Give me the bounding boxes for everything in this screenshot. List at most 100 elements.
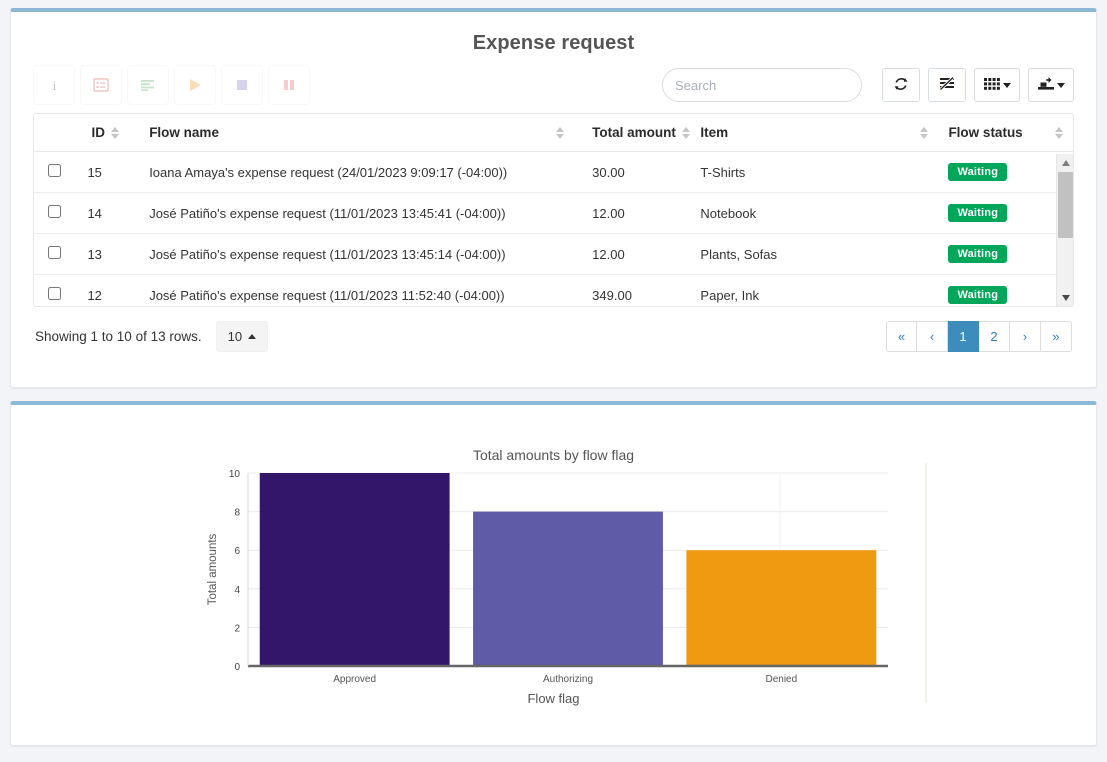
table-row[interactable]: 15 Ioana Amaya's expense request (24/01/2…	[34, 151, 1073, 193]
action-button-group: i	[33, 65, 315, 105]
sort-icon[interactable]	[1055, 126, 1063, 139]
cell-item: Paper, Ink	[700, 274, 939, 306]
form-button[interactable]	[80, 65, 122, 105]
bar-authorizing[interactable]	[473, 511, 663, 666]
header-flow-name[interactable]: Flow name	[129, 114, 575, 152]
page-size-dropdown[interactable]: 10	[215, 321, 269, 352]
row-checkbox-cell	[34, 192, 78, 234]
status-badge: Waiting	[948, 204, 1008, 222]
export-button[interactable]	[1028, 68, 1074, 102]
cell-flow-name: Ioana Amaya's expense request (24/01/202…	[129, 151, 575, 193]
refresh-button[interactable]	[882, 68, 920, 102]
page-title: Expense request	[472, 32, 635, 54]
refresh-icon	[893, 76, 909, 95]
header-id-label: ID	[91, 125, 105, 140]
toggle-view-icon	[939, 75, 955, 95]
table-row[interactable]: 14 José Patiño's expense request (11/01/2…	[34, 192, 1073, 234]
sort-icon[interactable]	[111, 126, 120, 139]
header-total-amount[interactable]: Total amount	[574, 114, 701, 152]
status-badge: Waiting	[948, 163, 1008, 181]
pagination-page-1[interactable]: 1	[948, 321, 979, 352]
pagination-last[interactable]: »	[1041, 321, 1072, 352]
bar-approved[interactable]	[259, 473, 450, 666]
row-checkbox[interactable]	[48, 246, 61, 259]
table-footer: Showing 1 to 10 of 13 rows. 10 «‹ 1 2 ›»	[23, 307, 1084, 352]
header-total-amount-label: Total amount	[592, 125, 676, 140]
play-icon	[187, 77, 203, 93]
scrollbar-thumb[interactable]	[1058, 172, 1073, 238]
info-icon: i	[47, 78, 62, 93]
scroll-down-icon[interactable]	[1057, 289, 1073, 306]
stop-icon	[234, 77, 250, 93]
chart-area: 0 2 4 6 8 10 Approved Authorizing Denied Total am…	[23, 463, 1084, 728]
cell-flow-name: José Patiño's expense request (11/01/202…	[129, 233, 575, 275]
pagination-page-2[interactable]: 2	[979, 321, 1010, 352]
cell-id: 14	[77, 192, 130, 234]
row-checkbox-cell	[34, 274, 78, 306]
scroll-up-icon[interactable]	[1057, 154, 1073, 171]
y-tick-label: 10	[229, 469, 241, 480]
cell-flow-status: Waiting	[938, 151, 1073, 193]
stop-button[interactable]	[221, 65, 263, 105]
toggle-button[interactable]	[928, 68, 966, 102]
cell-item: Notebook	[700, 192, 939, 234]
cell-item: T-Shirts	[700, 151, 939, 193]
cell-total-amount: 12.00	[574, 233, 701, 275]
showing-text: Showing 1 to 10 of 13 rows.	[35, 329, 202, 344]
y-tick-label: 8	[234, 508, 240, 519]
header-select-all	[34, 114, 78, 152]
table-row[interactable]: 13 José Patiño's expense request (11/01/2…	[34, 233, 1073, 275]
cell-total-amount: 30.00	[574, 151, 701, 193]
row-checkbox[interactable]	[48, 164, 61, 177]
row-count-info: Showing 1 to 10 of 13 rows. 10	[35, 321, 269, 352]
y-tick-label: 2	[234, 623, 240, 634]
table-scrollbar[interactable]	[1056, 154, 1073, 306]
cell-total-amount: 12.00	[574, 192, 701, 234]
table-body: 15 Ioana Amaya's expense request (24/01/2…	[34, 151, 1073, 306]
header-item[interactable]: Item	[700, 114, 939, 152]
row-checkbox-cell	[34, 233, 78, 275]
lines-icon	[140, 77, 156, 93]
header-id[interactable]: ID	[77, 114, 130, 152]
search-box[interactable]	[662, 68, 862, 102]
expense-table: ID Flow name Total amount Item Flow stat…	[34, 114, 1073, 306]
chevron-down-icon	[1056, 82, 1065, 88]
header-flow-name-label: Flow name	[149, 125, 219, 140]
cell-id: 15	[77, 151, 130, 193]
chevron-up-icon	[248, 334, 257, 339]
sort-icon[interactable]	[920, 126, 929, 139]
play-button[interactable]	[174, 65, 216, 105]
expense-request-card: Expense request i Search ID Flow name To…	[10, 8, 1097, 388]
x-tick-label: Authorizing	[543, 674, 593, 685]
search-input[interactable]	[663, 69, 861, 101]
row-checkbox[interactable]	[48, 205, 61, 218]
sort-icon[interactable]	[556, 126, 565, 139]
svg-text:i: i	[52, 78, 56, 93]
export-icon	[1037, 76, 1054, 94]
cell-flow-status: Waiting	[938, 233, 1073, 275]
cell-flow-name: José Patiño's expense request (11/01/202…	[129, 192, 575, 234]
pagination-prev[interactable]: ‹	[917, 321, 948, 352]
pagination-next[interactable]: ›	[1010, 321, 1041, 352]
chart-title: Total amounts by flow flag	[472, 447, 635, 463]
columns-button[interactable]	[974, 68, 1020, 102]
chart-y-axis-label: Total amounts	[207, 533, 219, 605]
chevron-down-icon	[1002, 82, 1011, 88]
row-checkbox-cell	[34, 151, 78, 193]
header-flow-status[interactable]: Flow status	[938, 114, 1073, 152]
row-checkbox[interactable]	[48, 287, 61, 300]
form-list-icon	[93, 77, 109, 93]
bar-denied[interactable]	[686, 550, 877, 666]
x-tick-label: Denied	[765, 674, 797, 685]
info-button[interactable]: i	[33, 65, 75, 105]
pause-button[interactable]	[268, 65, 310, 105]
lines-button[interactable]	[127, 65, 169, 105]
sort-icon[interactable]	[682, 126, 691, 139]
expense-table-container: ID Flow name Total amount Item Flow stat…	[33, 113, 1074, 307]
table-row[interactable]: 12 José Patiño's expense request (11/01/2…	[34, 274, 1073, 306]
pagination-first[interactable]: «	[886, 321, 917, 352]
page-size-value: 10	[227, 329, 243, 344]
toolbar-right-group	[662, 68, 1074, 102]
x-tick-label: Approved	[333, 674, 376, 685]
cell-flow-name: José Patiño's expense request (11/01/202…	[129, 274, 575, 306]
